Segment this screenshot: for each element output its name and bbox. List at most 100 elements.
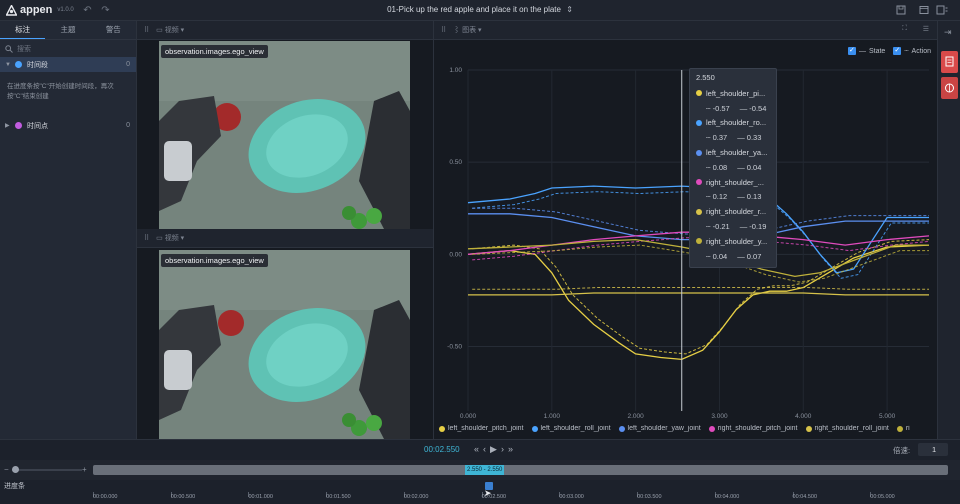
window-icon[interactable] (918, 5, 929, 16)
legend-item[interactable]: left_shoulder_roll_joint (531, 425, 611, 432)
series-line-state (468, 292, 929, 296)
segments-color-dot (15, 61, 22, 68)
legend-item[interactable]: ri (896, 425, 910, 432)
points-count: 0 (126, 122, 130, 129)
timeline-tick-label: 00:05.000 (870, 494, 895, 500)
legend-color-dot (805, 425, 812, 432)
tooltip-series-row: left_shoulder_ro... (696, 116, 770, 131)
series-color-dot (696, 90, 702, 97)
step-back-icon[interactable]: ‹ (483, 444, 490, 454)
video-type-label: 视频 (164, 27, 179, 34)
caret-down-icon[interactable]: ▼ (5, 62, 13, 68)
chart-type-selector[interactable]: ⌇ 图表 ▾ (453, 25, 481, 35)
action-toggle-label: Action (911, 47, 931, 55)
tooltip-series-row: left_shoulder_ya... (696, 145, 770, 160)
tooltip-series-row: right_shoulder_y... (696, 234, 770, 249)
legend-item[interactable]: right_shoulder_pitch_joint (708, 425, 798, 432)
legend-label: right_shoulder_pitch_joint (717, 425, 798, 432)
tab-annotation[interactable]: 标注 (0, 21, 46, 39)
chart-pane-header: ⠿ ⌇ 图表 ▾ ⛶ ☰ (434, 21, 937, 40)
play-icon[interactable]: ▶ (490, 444, 501, 454)
video-frame[interactable]: observation.images.ego_view (159, 41, 410, 229)
series-color-dot (696, 179, 702, 186)
y-tick-label: -0.50 (447, 343, 462, 350)
range-bar[interactable] (93, 465, 948, 475)
legend-item[interactable]: left_shoulder_pitch_joint (439, 425, 524, 432)
search-box[interactable]: 搜索 (0, 40, 136, 57)
video-type-selector[interactable]: ▭ 视频 ▾ (156, 25, 184, 35)
expand-icon[interactable]: ⛶ (902, 25, 907, 33)
document-icon (945, 56, 954, 67)
tooltip-series-row: right_shoulder_... (696, 175, 770, 190)
sidebar-item-segments[interactable]: ▼ 时间段 0 (0, 57, 136, 72)
tab-topics[interactable]: 主题 (45, 21, 90, 39)
transport-buttons[interactable]: «‹▶›» (474, 444, 517, 455)
drag-handle-icon[interactable]: ⠿ (441, 26, 446, 34)
x-tick-label: 1.000 (544, 413, 561, 419)
y-tick-label: 0.50 (449, 159, 462, 166)
checkbox-icon[interactable]: ✓ (847, 47, 856, 55)
legend-label: right_shoulder_roll_joint (814, 425, 889, 432)
tooltip-series-name: left_shoulder_ro... (706, 118, 767, 128)
state-line-icon: — (858, 47, 866, 55)
legend-item[interactable]: left_shoulder_yaw_joint (618, 425, 701, 432)
skip-back-icon[interactable]: « (474, 444, 483, 454)
video-pane-header-2: ⠿ ▭ 视频 ▾ (137, 229, 433, 248)
timeline-tick-label: 00:01.000 (248, 494, 273, 500)
tooltip-state-value: ┄ 0.12 (706, 192, 728, 202)
zoom-slider-handle[interactable] (12, 466, 19, 473)
drag-handle-icon[interactable]: ⠿ (144, 234, 149, 242)
zoom-out-button[interactable]: − (4, 465, 9, 474)
video-frame-2[interactable]: observation.images.ego_view (159, 250, 410, 439)
video-icon: ▭ (156, 235, 163, 242)
zoom-slider-track[interactable] (12, 469, 82, 471)
timeline-tick-label: 00:02.000 (403, 494, 429, 500)
tooltip-action-value: — -0.19 (739, 222, 767, 232)
save-icon[interactable] (895, 5, 906, 16)
legend-label: ri (905, 425, 910, 432)
tooltip-state-value: ┄ -0.21 (706, 222, 730, 232)
collapse-icon[interactable]: ⇥ (944, 27, 952, 38)
caret-right-icon[interactable]: ▶ (5, 122, 13, 129)
segments-count: 0 (126, 61, 130, 68)
tooltip-series-name: right_shoulder_r... (706, 207, 767, 217)
timeline-ruler[interactable]: 00:00.000 00:00.500 00:01.000 00:01.500 00:0… (0, 480, 960, 504)
tooltip-series-name: right_shoulder_... (706, 177, 764, 187)
x-tick-label: 2.000 (627, 413, 644, 419)
tooltip-values-row: ┄ 0.08 — 0.04 (696, 160, 770, 175)
state-toggle[interactable]: ✓ — State (847, 47, 885, 55)
speed-input[interactable]: 1 (918, 443, 948, 456)
timeline-panel: 00:02.550 «‹▶›» 倍速: 1 − + 2.550 - 2.550 … (0, 439, 960, 503)
tab-warnings[interactable]: 警告 (91, 21, 136, 39)
tooltip-series-name: right_shoulder_y... (706, 236, 768, 246)
tooltip-action-value: — 0.04 (737, 162, 762, 172)
drag-handle-icon[interactable]: ⠿ (144, 26, 149, 34)
tooltip-action-value: — -0.54 (739, 103, 767, 113)
action-toggle[interactable]: ✓ ┄ Action (893, 47, 931, 55)
x-tick-label: 0.000 (460, 413, 477, 419)
series-color-dot (696, 238, 702, 245)
task-selector[interactable]: 01-Pick up the red apple and place it on… (0, 5, 960, 14)
points-color-dot (15, 122, 22, 129)
legend-item[interactable]: right_shoulder_roll_joint (805, 425, 889, 432)
robot-scene-image (159, 250, 410, 439)
series-line-action (472, 287, 929, 290)
step-forward-icon[interactable]: › (501, 444, 508, 454)
joint-chart[interactable]: 1.00 0.50 0.00 -0.50 0.000 1.000 2.000 3.000 4.0… (434, 61, 938, 419)
search-input[interactable]: 搜索 (17, 44, 31, 54)
document-panel-button[interactable] (941, 51, 958, 73)
ai-panel-button[interactable] (941, 77, 958, 99)
layout-icon[interactable] (936, 5, 948, 16)
tooltip-values-row: ┄ -0.21 — -0.19 (696, 219, 770, 234)
zoom-in-button[interactable]: + (82, 465, 87, 474)
settings-icon[interactable]: ☰ (923, 25, 929, 33)
speed-label: 倍速: (893, 446, 911, 455)
tooltip-values-row: ┄ 0.37 — 0.33 (696, 130, 770, 145)
chart-pane: ⠿ ⌇ 图表 ▾ ⛶ ☰ ✓ — State ✓ ┄ Action 1.00 0.… (433, 21, 937, 439)
tooltip-action-value: — 0.13 (737, 192, 762, 202)
sidebar-item-points[interactable]: ▶ 时间点 0 (0, 118, 136, 133)
skip-forward-icon[interactable]: » (508, 444, 517, 454)
video-type-selector[interactable]: ▭ 视频 ▾ (156, 233, 184, 243)
tooltip-values-row: ┄ -0.57 — -0.54 (696, 101, 770, 116)
checkbox-icon[interactable]: ✓ (893, 47, 902, 55)
